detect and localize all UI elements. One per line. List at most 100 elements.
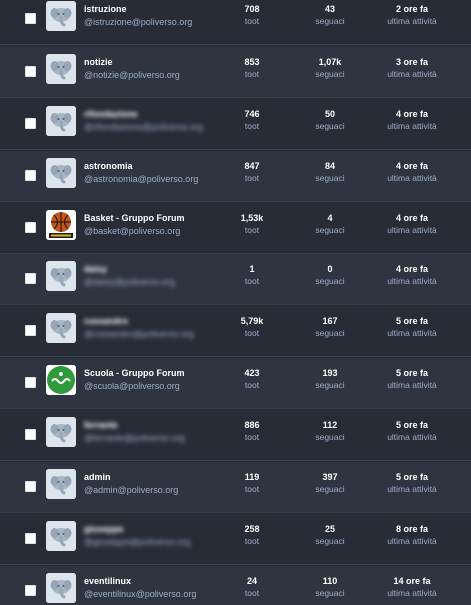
account-display-name[interactable]: notizie bbox=[84, 57, 113, 67]
account-row[interactable]: russandro @russandro@poliverso.org 5,79k to… bbox=[0, 306, 471, 357]
account-row[interactable]: Scuola - Gruppo Forum @scuola@poliverso.o… bbox=[0, 358, 471, 409]
select-checkbox[interactable] bbox=[25, 533, 36, 544]
toots-label: toot bbox=[244, 432, 260, 442]
toots-count: 886 bbox=[244, 420, 260, 430]
account-handle: @astronomia@poliverso.org bbox=[84, 174, 199, 184]
toots-stat: 1 toot bbox=[230, 264, 274, 287]
followers-stat: 4 seguaci bbox=[308, 213, 352, 236]
followers-stat: 110 seguaci bbox=[308, 576, 352, 599]
toots-count: 708 bbox=[244, 4, 260, 14]
followers-label: seguaci bbox=[315, 69, 345, 79]
select-checkbox[interactable] bbox=[25, 170, 36, 181]
default-elephant-avatar-icon[interactable] bbox=[46, 313, 76, 343]
toots-stat: 847 toot bbox=[230, 161, 274, 184]
toots-label: toot bbox=[244, 225, 260, 235]
account-row[interactable]: rifondazione @rifondazione@poliverso.org 7… bbox=[0, 99, 471, 150]
account-display-name[interactable]: ferrante bbox=[84, 420, 118, 430]
toots-label: toot bbox=[244, 276, 260, 286]
select-checkbox[interactable] bbox=[25, 429, 36, 440]
account-handle: @basket@poliverso.org bbox=[84, 226, 181, 236]
last-activity-stat: 5 ore fa ultima attività bbox=[378, 420, 446, 443]
scuola-forum-avatar-icon[interactable] bbox=[46, 365, 76, 395]
account-row[interactable]: daisy @daisy@poliverso.org 1 toot 0 seguaci 4 … bbox=[0, 254, 471, 305]
last-activity-value: 4 ore fa bbox=[395, 213, 428, 223]
account-display-name[interactable]: Scuola - Gruppo Forum bbox=[84, 368, 185, 378]
last-activity-stat: 5 ore fa ultima attività bbox=[378, 316, 446, 339]
last-activity-stat: 8 ore fa ultima attività bbox=[378, 524, 446, 547]
last-activity-value: 8 ore fa bbox=[395, 524, 428, 534]
default-elephant-avatar-icon[interactable] bbox=[46, 261, 76, 291]
select-checkbox[interactable] bbox=[25, 325, 36, 336]
followers-count: 397 bbox=[322, 472, 338, 482]
last-activity-value: 3 ore fa bbox=[395, 57, 428, 67]
toots-label: toot bbox=[244, 69, 260, 79]
account-handle: @rifondazione@poliverso.org bbox=[84, 122, 203, 132]
toots-label: toot bbox=[244, 588, 260, 598]
toots-count: 1 bbox=[249, 264, 255, 274]
select-checkbox[interactable] bbox=[25, 585, 36, 596]
account-row[interactable]: Basket - Gruppo Forum @basket@poliverso.o… bbox=[0, 203, 471, 254]
last-activity-value: 5 ore fa bbox=[395, 316, 428, 326]
account-display-name[interactable]: Basket - Gruppo Forum bbox=[84, 213, 185, 223]
account-row[interactable]: eventilinux @eventilinux@poliverso.org 24 t… bbox=[0, 566, 471, 605]
followers-label: seguaci bbox=[315, 328, 345, 338]
select-checkbox[interactable] bbox=[25, 13, 36, 24]
account-row[interactable]: astronomia @astronomia@poliverso.org 847 to… bbox=[0, 151, 471, 202]
account-display-name[interactable]: eventilinux bbox=[84, 576, 131, 586]
last-activity-label: ultima attività bbox=[387, 16, 437, 26]
last-activity-label: ultima attività bbox=[387, 69, 437, 79]
account-handle: @russandro@poliverso.org bbox=[84, 329, 194, 339]
followers-count: 0 bbox=[327, 264, 333, 274]
default-elephant-avatar-icon[interactable] bbox=[46, 1, 76, 31]
account-display-name[interactable]: astronomia bbox=[84, 161, 133, 171]
toots-label: toot bbox=[244, 484, 260, 494]
account-display-name[interactable]: rifondazione bbox=[84, 109, 138, 119]
select-checkbox[interactable] bbox=[25, 66, 36, 77]
account-handle: @istruzione@poliverso.org bbox=[84, 17, 193, 27]
followers-label: seguaci bbox=[315, 484, 345, 494]
account-row[interactable]: istruzione @istruzione@poliverso.org 708 to… bbox=[0, 0, 471, 45]
followers-label: seguaci bbox=[315, 16, 345, 26]
default-elephant-avatar-icon[interactable] bbox=[46, 106, 76, 136]
followers-count: 84 bbox=[324, 161, 335, 171]
last-activity-stat: 3 ore fa ultima attività bbox=[378, 57, 446, 80]
select-checkbox[interactable] bbox=[25, 481, 36, 492]
account-handle: @ferrante@poliverso.org bbox=[84, 433, 185, 443]
select-checkbox[interactable] bbox=[25, 273, 36, 284]
account-display-name[interactable]: giuseppe bbox=[84, 524, 124, 534]
account-display-name[interactable]: russandro bbox=[84, 316, 128, 326]
last-activity-label: ultima attività bbox=[387, 121, 437, 131]
default-elephant-avatar-icon[interactable] bbox=[46, 158, 76, 188]
toots-stat: 119 toot bbox=[230, 472, 274, 495]
account-display-name[interactable]: daisy bbox=[84, 264, 107, 274]
account-handle: @admin@poliverso.org bbox=[84, 485, 179, 495]
toots-stat: 746 toot bbox=[230, 109, 274, 132]
followers-stat: 1,07k seguaci bbox=[308, 57, 352, 80]
default-elephant-avatar-icon[interactable] bbox=[46, 417, 76, 447]
default-elephant-avatar-icon[interactable] bbox=[46, 469, 76, 499]
toots-count: 1,53k bbox=[240, 213, 264, 223]
select-checkbox[interactable] bbox=[25, 118, 36, 129]
last-activity-value: 5 ore fa bbox=[395, 420, 428, 430]
toots-label: toot bbox=[244, 536, 260, 546]
select-checkbox[interactable] bbox=[25, 377, 36, 388]
basket-forum-avatar-icon[interactable] bbox=[46, 210, 76, 240]
toots-count: 423 bbox=[244, 368, 260, 378]
account-row[interactable]: ferrante @ferrante@poliverso.org 886 toot 11… bbox=[0, 410, 471, 461]
account-row[interactable]: giuseppe @giuseppe@poliverso.org 258 toot 25… bbox=[0, 514, 471, 565]
toots-stat: 24 toot bbox=[230, 576, 274, 599]
last-activity-label: ultima attività bbox=[387, 484, 437, 494]
account-display-name[interactable]: istruzione bbox=[84, 4, 127, 14]
last-activity-label: ultima attività bbox=[387, 225, 437, 235]
default-elephant-avatar-icon[interactable] bbox=[46, 573, 76, 603]
toots-label: toot bbox=[244, 328, 260, 338]
account-row[interactable]: notizie @notizie@poliverso.org 853 toot 1,07… bbox=[0, 47, 471, 98]
followers-stat: 397 seguaci bbox=[308, 472, 352, 495]
select-checkbox[interactable] bbox=[25, 222, 36, 233]
account-list: istruzione @istruzione@poliverso.org 708 to… bbox=[0, 0, 471, 605]
default-elephant-avatar-icon[interactable] bbox=[46, 54, 76, 84]
default-elephant-avatar-icon[interactable] bbox=[46, 521, 76, 551]
toots-count: 853 bbox=[244, 57, 260, 67]
account-row[interactable]: admin @admin@poliverso.org 119 toot 397 segua… bbox=[0, 462, 471, 513]
account-display-name[interactable]: admin bbox=[84, 472, 111, 482]
